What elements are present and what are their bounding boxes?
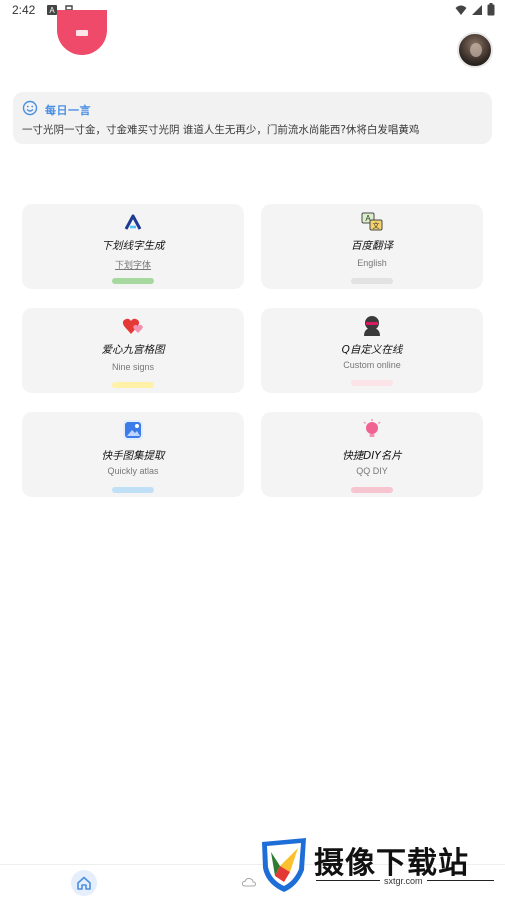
battery-icon <box>487 3 495 16</box>
feature-subtitle: English <box>357 258 387 268</box>
triangle-logo-icon <box>124 214 142 230</box>
feature-accent-bar <box>112 382 154 388</box>
feature-accent-bar <box>351 278 393 284</box>
feature-title: 下划线字生成 <box>101 240 165 252</box>
feature-card-kuaishou-atlas[interactable]: 快手图集提取 Quickly atlas <box>22 412 244 497</box>
feature-accent-bar <box>112 278 154 284</box>
feature-card-diy-card[interactable]: 快捷DIY名片 QQ DIY <box>261 412 483 497</box>
gallery-icon <box>123 420 143 440</box>
feature-card-heart-grid[interactable]: 爱心九宫格图 Nine signs <box>22 308 244 393</box>
daily-quote-title: 每日一言 <box>45 104 91 117</box>
feature-subtitle: QQ DIY <box>356 466 388 476</box>
lightbulb-icon <box>363 419 381 437</box>
status-time: 2:42 <box>12 3 36 17</box>
nav-home-button[interactable] <box>71 870 97 896</box>
feature-subtitle: Quickly atlas <box>107 466 159 476</box>
logo-mark-icon <box>76 30 88 36</box>
watermark: 摄像下载站 sxtgr.com <box>258 836 498 896</box>
feature-title: 百度翻译 <box>351 240 393 252</box>
feature-title: Q自定义在线 <box>341 344 403 356</box>
user-avatar[interactable] <box>457 32 493 68</box>
header-logo <box>57 10 107 55</box>
feature-accent-bar <box>112 487 154 493</box>
watermark-url: sxtgr.com <box>380 876 427 886</box>
home-icon <box>77 876 91 890</box>
svg-text:文: 文 <box>373 221 380 230</box>
smiley-icon <box>22 100 38 116</box>
feature-title: 爱心九宫格图 <box>101 344 165 356</box>
feature-card-baidu-translate[interactable]: A 文 百度翻译 English <box>261 204 483 289</box>
feature-accent-bar <box>351 487 393 493</box>
cell-signal-icon <box>472 4 482 15</box>
feature-subtitle: Nine signs <box>111 362 155 372</box>
daily-quote-card[interactable]: 每日一言 一寸光阴一寸金，寸金难买寸光阴 谁道人生无再少，门前流水尚能西?休将白… <box>13 92 492 144</box>
translate-icon: A 文 <box>361 212 383 231</box>
hearts-icon <box>122 318 143 334</box>
daily-quote-text: 一寸光阴一寸金，寸金难买寸光阴 谁道人生无再少，门前流水尚能西?休将白发唱黄鸡 <box>22 124 420 136</box>
wifi-icon <box>455 5 467 15</box>
watermark-shield-logo <box>262 838 306 892</box>
feature-accent-bar <box>351 380 393 386</box>
feature-subtitle: Custom online <box>343 360 401 370</box>
ninja-icon <box>364 316 380 336</box>
cloud-icon[interactable] <box>242 877 256 887</box>
svg-text:A: A <box>49 6 55 15</box>
feature-title: 快捷DIY名片 <box>342 450 402 462</box>
feature-subtitle: 下划字体 <box>114 260 151 270</box>
feature-title: 快手图集提取 <box>101 450 165 462</box>
avatar-face <box>470 43 482 57</box>
feature-card-underline-text[interactable]: 下划线字生成 下划字体 <box>22 204 244 289</box>
feature-card-q-custom[interactable]: Q自定义在线 Custom online <box>261 308 483 393</box>
